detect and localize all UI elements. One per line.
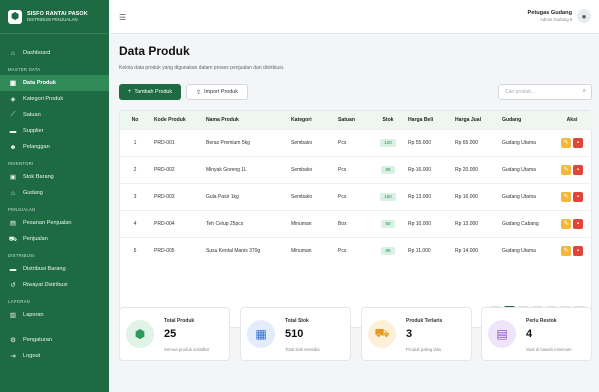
chevron-down-icon: ▾ bbox=[569, 16, 572, 22]
column-header[interactable]: Satuan bbox=[334, 111, 372, 129]
avatar[interactable]: ● bbox=[577, 9, 591, 23]
cart-icon: ⛟ bbox=[368, 320, 396, 348]
sidebar: ⬢ SISFO RANTAI PASOK DISTRIBUSI PENJUALA… bbox=[0, 0, 109, 392]
delete-icon[interactable]: ▪ bbox=[573, 164, 583, 175]
table-header-row: No Kode Produk Nama Produk Kategori Satu… bbox=[120, 111, 593, 129]
ruler-icon: ⟋ bbox=[10, 111, 16, 118]
tag-icon: ◈ bbox=[10, 96, 16, 103]
edit-icon[interactable]: ✎ bbox=[561, 137, 571, 148]
table-row: 1 PRD-001 Beras Premium 5kg Sembako Pcs … bbox=[120, 128, 593, 156]
user-menu[interactable]: Petugas Gudang Admin Gudang ▾ ● bbox=[528, 9, 591, 23]
edit-icon[interactable]: ✎ bbox=[561, 218, 571, 229]
delete-icon[interactable]: ▪ bbox=[573, 137, 583, 148]
sidebar-item-dashboard[interactable]: ⌂ Dashboard bbox=[0, 45, 109, 61]
sidebar-item-supplier[interactable]: ▬ Supplier bbox=[0, 123, 109, 139]
column-header[interactable]: Harga Beli bbox=[404, 111, 451, 129]
stat-card-perlu-restok: ▤ Perlu Restok 4 Stok di bawah minimum bbox=[481, 307, 592, 361]
column-header[interactable]: Stok bbox=[372, 111, 404, 129]
column-header[interactable]: Kategori bbox=[287, 111, 334, 129]
box-icon: ▣ bbox=[9, 80, 17, 87]
delete-icon[interactable]: ▪ bbox=[573, 218, 583, 229]
users-icon: ☻ bbox=[9, 143, 17, 151]
logout-icon: ⇥ bbox=[10, 353, 16, 360]
truck-icon: ▬ bbox=[9, 127, 17, 135]
sidebar-item-gudang[interactable]: ⌂ Gudang bbox=[0, 185, 109, 201]
brand-title: SISFO RANTAI PASOK bbox=[27, 10, 88, 17]
stat-card-total-stok: ▦ Total Stok 510 Total stok tersedia bbox=[240, 307, 351, 361]
top-header: ☰ Petugas Gudang Admin Gudang ▾ ● bbox=[109, 0, 599, 34]
stat-card-total-produk: ⬢ Total Produk 25 Semua produk terdaftar bbox=[119, 307, 230, 361]
page-title: Data Produk bbox=[119, 44, 190, 58]
boxes-icon: ▦ bbox=[247, 320, 275, 348]
sidebar-item-penjualan[interactable]: ⛟ Penjualan bbox=[0, 231, 109, 247]
sidebar-item-kategori-produk[interactable]: ◈ Kategori Produk bbox=[0, 91, 109, 107]
table-row: 2 PRD-002 Minyak Goreng 1L Sembako Pcs 8… bbox=[120, 155, 593, 183]
sidebar-item-stok-barang[interactable]: ▣ Stok Barang bbox=[0, 169, 109, 185]
edit-icon[interactable]: ✎ bbox=[561, 164, 571, 175]
home-icon: ⌂ bbox=[11, 49, 15, 57]
sidebar-item-satuan[interactable]: ⟋ Satuan bbox=[0, 107, 109, 123]
truck-icon: ▬ bbox=[9, 265, 17, 273]
user-name: Petugas Gudang bbox=[527, 9, 572, 16]
sidebar-item-riwayat-distribusi[interactable]: ↺ Riwayat Distribusi bbox=[0, 277, 109, 293]
sidebar-item-logout[interactable]: ⇥ Logout bbox=[0, 348, 109, 364]
table-row: 4 PRD-004 Teh Celup 25pcs Minuman Box 60… bbox=[120, 209, 593, 237]
column-header[interactable]: Gudang bbox=[498, 111, 551, 129]
edit-icon[interactable]: ✎ bbox=[561, 245, 571, 256]
sidebar-item-distribusi-barang[interactable]: ▬ Distribusi Barang bbox=[0, 261, 109, 277]
column-header[interactable]: Harga Jual bbox=[451, 111, 498, 129]
sidebar-item-pelanggan[interactable]: ☻ Pelanggan bbox=[0, 139, 109, 155]
chart-icon: ▥ bbox=[9, 312, 17, 319]
sidebar-item-laporan[interactable]: ▥ Laporan bbox=[0, 307, 109, 323]
clipboard-icon: ▤ bbox=[488, 320, 516, 348]
warehouse-icon: ⌂ bbox=[11, 189, 15, 197]
box-icon: ▣ bbox=[9, 174, 17, 181]
column-header[interactable]: Nama Produk bbox=[202, 111, 287, 129]
brand-subtitle: DISTRIBUSI PENJUALAN bbox=[27, 17, 78, 23]
delete-icon[interactable]: ▪ bbox=[573, 245, 583, 256]
cube-icon: ⬢ bbox=[126, 320, 154, 348]
column-header[interactable]: Kode Produk bbox=[150, 111, 202, 129]
table-row: 3 PRD-003 Gula Pasir 1kg Sembako Pcs 150… bbox=[120, 182, 593, 210]
product-table: No Kode Produk Nama Produk Kategori Satu… bbox=[120, 111, 593, 264]
delete-icon[interactable]: ▪ bbox=[573, 191, 583, 202]
search-box: ⌕ bbox=[498, 84, 592, 100]
stock-badge: 120 bbox=[380, 138, 396, 147]
edit-icon[interactable]: ✎ bbox=[561, 191, 571, 202]
brand-logo-icon: ⬢ bbox=[8, 9, 22, 24]
page-description: Kelola data produk yang digunakan dalam … bbox=[119, 65, 285, 71]
main-content: Data Produk Kelola data produk yang digu… bbox=[109, 34, 599, 392]
search-icon[interactable]: ⌕ bbox=[583, 88, 586, 95]
hamburger-menu-icon[interactable]: ☰ bbox=[119, 13, 126, 22]
column-header[interactable]: No bbox=[120, 111, 150, 129]
sidebar-item-pengaturan[interactable]: ⚙ Pengaturan bbox=[0, 332, 109, 348]
plus-icon: + bbox=[127, 89, 132, 95]
table-row: 5 PRD-005 Susu Kental Manis 370g Minuman… bbox=[120, 236, 593, 264]
cart-icon: ⛟ bbox=[8, 235, 18, 243]
brand[interactable]: ⬢ SISFO RANTAI PASOK DISTRIBUSI PENJUALA… bbox=[0, 0, 109, 34]
document-icon: ▤ bbox=[9, 220, 17, 227]
stock-badge: 60 bbox=[381, 219, 395, 228]
stock-badge: 150 bbox=[380, 192, 396, 201]
stat-card-produk-terlaris: ⛟ Produk Terlaris 3 Produk paling laku bbox=[361, 307, 472, 361]
history-icon: ↺ bbox=[10, 282, 16, 289]
sidebar-item-pesanan-penjualan[interactable]: ▤ Pesanan Penjualan bbox=[0, 215, 109, 231]
stock-badge: 95 bbox=[381, 246, 395, 255]
add-product-button[interactable]: + Tambah Produk bbox=[119, 84, 181, 100]
user-role: Admin Gudang ▾ bbox=[539, 16, 572, 22]
gear-icon: ⚙ bbox=[10, 337, 16, 344]
column-header: Aksi bbox=[551, 111, 593, 129]
search-input[interactable] bbox=[499, 85, 575, 99]
stock-badge: 85 bbox=[381, 165, 395, 174]
import-product-button[interactable]: ⇪ Import Produk bbox=[186, 84, 248, 100]
product-table-card: No Kode Produk Nama Produk Kategori Satu… bbox=[119, 110, 593, 328]
upload-icon: ⇪ bbox=[196, 89, 202, 96]
sidebar-item-data-produk[interactable]: ▣ Data Produk bbox=[0, 75, 109, 91]
